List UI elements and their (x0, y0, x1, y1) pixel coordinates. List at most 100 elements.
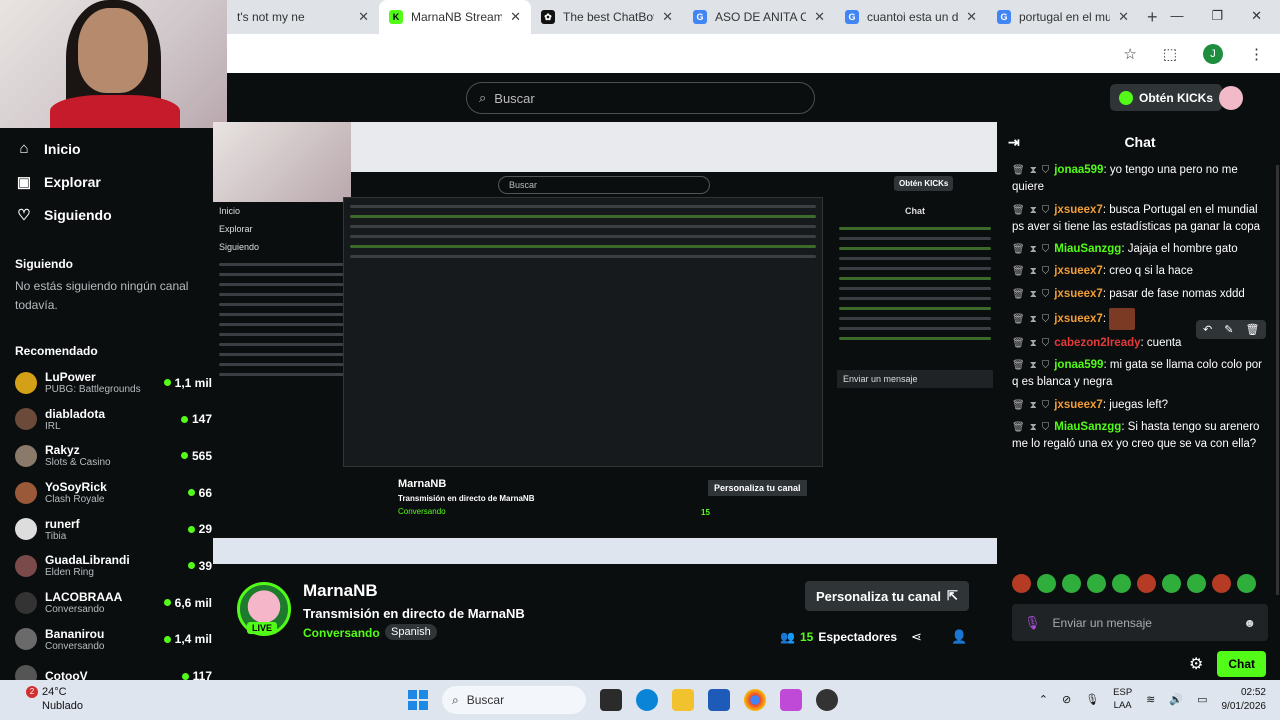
chat-message[interactable]: 🗑 ⧗ ⛉ jonaa599: mi gata se llama colo colo … (1012, 357, 1268, 392)
minimize-button[interactable]: — (1170, 8, 1183, 24)
language-tag[interactable]: Spanish (385, 624, 437, 640)
recommended-channel[interactable]: runerf Tibia 29 (0, 511, 227, 548)
video-player[interactable]: Buscar Buscar Obtén KICKs Inicio Explora… (213, 122, 997, 564)
timeout-icon[interactable]: ⧗ (1030, 360, 1037, 371)
recommended-channel[interactable]: diabladota IRL 147 (0, 401, 227, 438)
browser-tab-active[interactable]: KMarnaNB Stream - W✕ (379, 0, 531, 34)
bookmark-star-icon[interactable]: ☆ (1123, 45, 1136, 63)
close-window-button[interactable]: ✕ (1251, 8, 1262, 24)
recommended-channel[interactable]: LACOBRAAA Conversando 6,6 mil (0, 584, 227, 621)
close-tab-icon[interactable]: ✕ (814, 9, 825, 25)
chat-username[interactable]: jxsueex7 (1054, 265, 1103, 277)
timeout-icon[interactable]: ⧗ (1030, 338, 1037, 349)
taskbar-search[interactable]: ⌕ Buscar (442, 686, 586, 714)
chat-message[interactable]: 🗑 ⧗ ⛉ MiauSanzgg: Si hasta tengo su arenero… (1012, 419, 1268, 454)
ban-icon[interactable]: ⛉ (1042, 422, 1050, 433)
emoji-picker-icon[interactable]: ☻ (1243, 616, 1256, 630)
store-icon[interactable] (708, 689, 730, 711)
microphone-icon[interactable]: 🎙 (1085, 693, 1099, 706)
user-avatar-icon[interactable] (1219, 86, 1243, 110)
chat-message[interactable]: 🗑 ⧗ ⛉ MiauSanzgg: Jajaja el hombre gato (1012, 241, 1268, 258)
chat-username[interactable]: MiauSanzgg (1054, 421, 1121, 433)
ban-icon[interactable]: ⛉ (1042, 338, 1050, 349)
ban-icon[interactable]: ⛉ (1042, 266, 1050, 277)
microphone-icon[interactable]: 🎙 (1024, 615, 1041, 631)
clock[interactable]: 02:52 9/01/2026 (1222, 686, 1267, 713)
collapse-chat-icon[interactable]: ⇥ (1008, 134, 1020, 151)
network-off-icon[interactable]: ⊘ (1062, 693, 1071, 706)
recommended-channel[interactable]: GuadaLibrandi Elden Ring 39 (0, 548, 227, 585)
chevron-up-icon[interactable]: ⌃ (1039, 693, 1048, 706)
browser-tab[interactable]: GASO DE ANITA CANC✕ (683, 0, 835, 34)
browser-tab[interactable]: Gportugal en el mund✕ (987, 0, 1139, 34)
timeout-icon[interactable]: ⧗ (1030, 266, 1037, 277)
emote-icon[interactable] (1162, 574, 1181, 593)
timeout-icon[interactable]: ⧗ (1030, 244, 1037, 255)
ban-icon[interactable]: ⛉ (1042, 360, 1050, 371)
delete-icon[interactable]: 🗑 (1012, 338, 1025, 349)
emote-icon[interactable] (1062, 574, 1081, 593)
browser-tab[interactable]: Gcuantoi esta un dola✕ (835, 0, 987, 34)
chat-input[interactable]: 🎙 Enviar un mensaje ☻ (1012, 604, 1268, 641)
close-tab-icon[interactable]: ✕ (510, 9, 521, 25)
browser-tab[interactable]: t's not my ne ✕ (227, 0, 379, 34)
follow-user-icon[interactable]: 👤 (951, 629, 967, 645)
settings-gear-icon[interactable]: ⚙ (1189, 654, 1203, 674)
share-icon[interactable]: ⋖ (911, 629, 922, 645)
emote-icon[interactable] (1087, 574, 1106, 593)
timeout-icon[interactable]: ⧗ (1030, 314, 1037, 325)
delete-icon[interactable]: 🗑 (1012, 289, 1025, 300)
task-view-icon[interactable] (600, 689, 622, 711)
delete-icon[interactable]: 🗑 (1012, 422, 1025, 433)
edge-icon[interactable] (636, 689, 658, 711)
chat-username[interactable]: jxsueex7 (1054, 204, 1103, 216)
maximize-button[interactable]: ❐ (1211, 8, 1223, 24)
nav-home[interactable]: ⌂ Inicio (0, 132, 227, 165)
timeout-icon[interactable]: ⧗ (1030, 289, 1037, 300)
get-kicks-button[interactable]: Obtén KICKs (1110, 84, 1223, 111)
chat-message[interactable]: 🗑 ⧗ ⛉ jxsueex7: pasar de fase nomas xddd (1012, 286, 1268, 303)
timeout-icon[interactable]: ⧗ (1030, 422, 1037, 433)
stream-category[interactable]: Conversando (303, 626, 380, 640)
pin-icon[interactable]: ✎ (1224, 323, 1233, 336)
nav-following[interactable]: ♡ Siguiendo (0, 198, 227, 231)
chat-message[interactable]: 🗑 ⧗ ⛉ jxsueex7: creo q si la hace (1012, 263, 1268, 280)
timeout-icon[interactable]: ⧗ (1030, 205, 1037, 216)
extensions-icon[interactable]: ⬚ (1163, 45, 1177, 63)
send-chat-button[interactable]: Chat (1217, 651, 1266, 677)
chat-username[interactable]: jxsueex7 (1054, 313, 1103, 325)
chat-username[interactable]: jonaa599 (1054, 164, 1103, 176)
close-tab-icon[interactable]: ✕ (358, 9, 369, 25)
ban-icon[interactable]: ⛉ (1042, 289, 1050, 300)
emote-icon[interactable] (1237, 574, 1256, 593)
delete-icon[interactable]: 🗑 (1012, 266, 1025, 277)
timeout-icon[interactable]: ⧗ (1030, 400, 1037, 411)
channel-name[interactable]: MarnaNB (303, 581, 378, 601)
emote-icon[interactable] (1187, 574, 1206, 593)
close-tab-icon[interactable]: ✕ (662, 9, 673, 25)
copilot-icon[interactable] (780, 689, 802, 711)
chrome-icon[interactable] (744, 689, 766, 711)
chat-username[interactable]: jxsueex7 (1054, 288, 1103, 300)
delete-icon[interactable]: 🗑 (1012, 244, 1025, 255)
chat-message[interactable]: 🗑 ⧗ ⛉ jxsueex7: juegas left? (1012, 397, 1268, 414)
ban-icon[interactable]: ⛉ (1042, 244, 1050, 255)
volume-icon[interactable]: 🔊 (1169, 693, 1183, 706)
emote-icon[interactable] (1037, 574, 1056, 593)
chat-message[interactable]: 🗑 ⧗ ⛉ jxsueex7: busca Portugal en el mundia… (1012, 202, 1268, 237)
language-indicator[interactable]: ESP LAA (1113, 687, 1132, 712)
ban-icon[interactable]: ⛉ (1042, 314, 1050, 325)
recommended-channel[interactable]: YoSoyRick Clash Royale 66 (0, 474, 227, 511)
browser-tab[interactable]: ✿The best ChatBot an✕ (531, 0, 683, 34)
delete-icon[interactable]: 🗑 (1245, 323, 1259, 336)
ban-icon[interactable]: ⛉ (1042, 165, 1050, 176)
windows-start-icon[interactable] (408, 690, 428, 710)
close-tab-icon[interactable]: ✕ (1118, 9, 1129, 25)
chat-scrollbar[interactable] (1276, 165, 1279, 595)
delete-icon[interactable]: 🗑 (1012, 205, 1025, 216)
chat-username[interactable]: jonaa599 (1054, 359, 1103, 371)
emote-icon[interactable] (1137, 574, 1156, 593)
nav-explore[interactable]: ▣ Explorar (0, 165, 227, 198)
emote-icon[interactable] (1212, 574, 1231, 593)
chat-username[interactable]: cabezon2lready (1054, 337, 1140, 349)
